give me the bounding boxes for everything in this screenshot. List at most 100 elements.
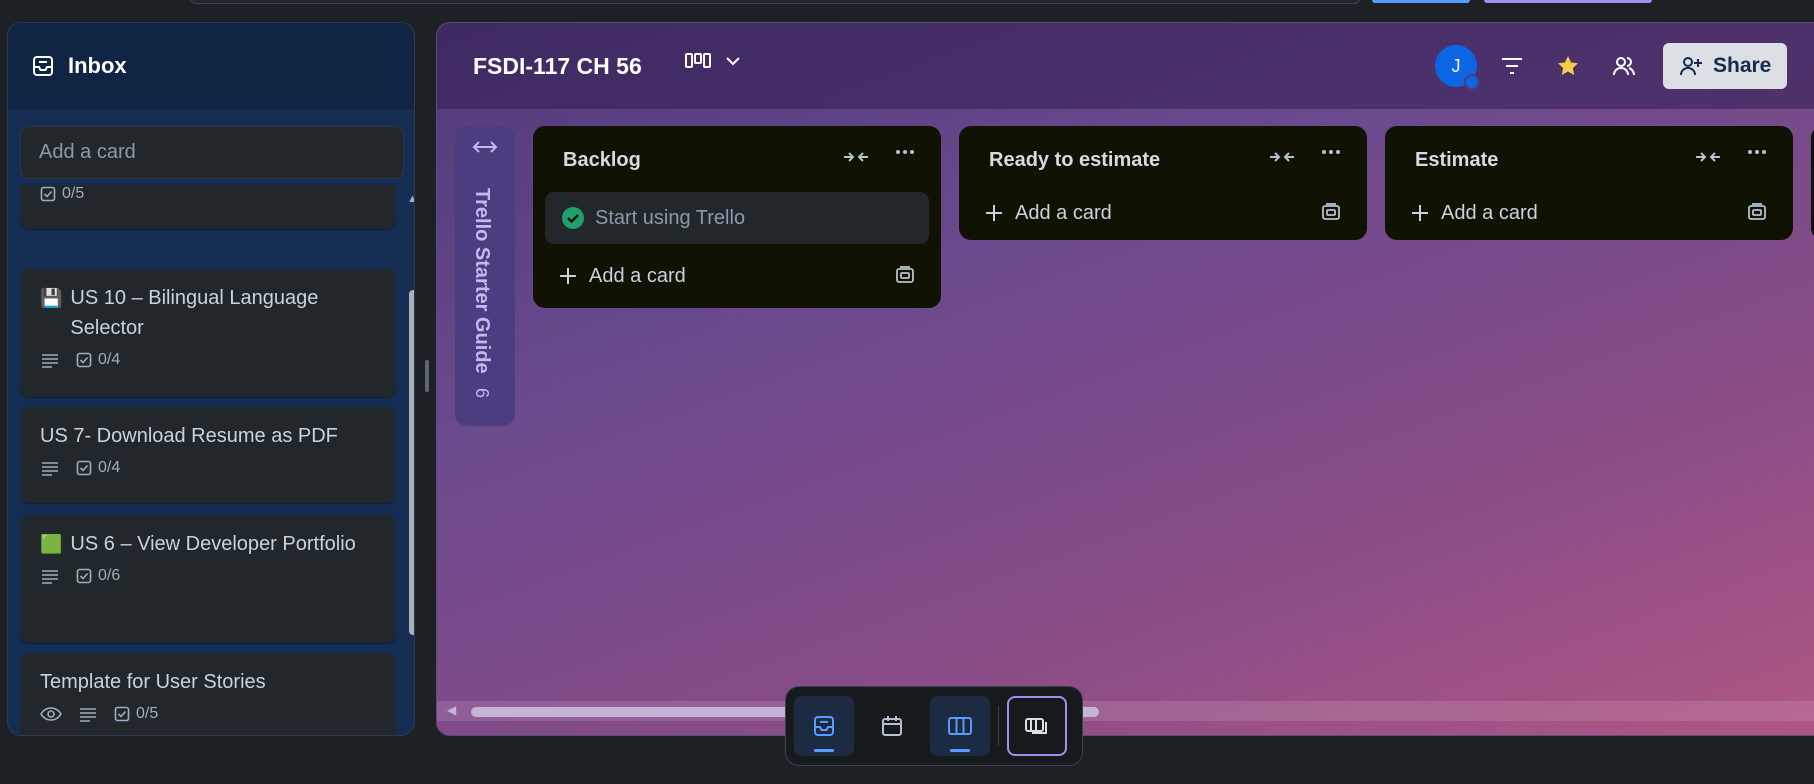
calendar-icon — [880, 714, 904, 738]
create-from-template-icon[interactable] — [895, 266, 915, 284]
card-title: US 6 – View Developer Portfolio — [70, 533, 356, 555]
collapsed-list-title: Trello Starter Guide — [471, 188, 493, 374]
board-header-actions: J Share — [1435, 43, 1788, 90]
bottom-navigation-toolbar — [785, 686, 1083, 766]
planner-toggle-button[interactable] — [862, 696, 922, 756]
card-title: Start using Trello — [595, 206, 746, 229]
eye-icon — [40, 706, 62, 722]
list-item[interactable]: Template for User Stories 0/5 — [20, 653, 396, 735]
board-header: FSDI-117 CH 56 J Share — [437, 23, 1814, 109]
list-item[interactable]: US 7- Download Resume as PDF 0/4 — [20, 407, 396, 503]
expand-list-icon[interactable] — [472, 140, 498, 154]
description-icon — [40, 460, 60, 476]
inbox-title: Inbox — [68, 53, 127, 78]
share-button[interactable]: Share — [1663, 43, 1788, 89]
inbox-scrollbar[interactable]: ▲ ▼ — [406, 193, 414, 735]
add-card-button[interactable]: Add a card — [1385, 186, 1793, 240]
list-estimate: Estimate Add a card — [1385, 126, 1793, 240]
description-icon — [78, 706, 98, 722]
checklist-count: 0/5 — [136, 705, 159, 722]
star-button[interactable] — [1547, 45, 1589, 87]
scroll-up-arrow-icon[interactable]: ▲ — [407, 193, 414, 205]
create-button[interactable] — [1372, 0, 1470, 3]
global-search-bar[interactable] — [190, 0, 1360, 4]
card-title: US 7- Download Resume as PDF — [40, 425, 338, 447]
panel-resize-handle[interactable] — [425, 360, 429, 392]
inbox-toggle-button[interactable] — [794, 696, 854, 756]
checkbox-icon — [76, 352, 92, 368]
avatar-initial: J — [1451, 55, 1461, 76]
checklist-badge: 0/4 — [76, 351, 120, 369]
collapsed-list-count: 6 — [472, 388, 492, 399]
checklist-badge: 0/5 — [114, 705, 158, 723]
admin-badge-icon — [1464, 74, 1480, 90]
description-icon — [40, 568, 60, 584]
visibility-button[interactable] — [1603, 45, 1645, 87]
checkbox-icon — [76, 568, 92, 584]
list-item[interactable]: 🟩 US 6 – View Developer Portfolio 0/6 — [20, 515, 396, 643]
card-start-using-trello[interactable]: Start using Trello — [545, 192, 929, 244]
board-toggle-button[interactable] — [930, 696, 990, 756]
create-from-template-icon[interactable] — [1321, 203, 1341, 221]
switch-boards-button[interactable] — [1007, 696, 1067, 756]
plus-icon — [559, 267, 577, 285]
collapse-list-icon[interactable] — [1269, 149, 1295, 165]
description-icon — [40, 352, 60, 368]
star-icon — [1556, 54, 1580, 78]
scroll-left-arrow-icon[interactable]: ◀ — [447, 703, 456, 717]
more-options-icon[interactable] — [895, 149, 915, 155]
checkbox-icon — [114, 706, 130, 722]
board-horizontal-scrollbar[interactable]: ◀ — [437, 701, 1814, 721]
add-person-icon — [1679, 55, 1703, 77]
checkbox-icon — [76, 460, 92, 476]
board-view-switcher[interactable] — [685, 51, 741, 71]
board-canvas: FSDI-117 CH 56 J Share Trello Starter Gu… — [436, 22, 1814, 736]
complete-check-icon[interactable] — [561, 206, 585, 230]
checklist-count: 0/4 — [98, 459, 121, 476]
checklist-count: 0/6 — [98, 567, 121, 584]
inbox-icon — [32, 55, 54, 77]
list-title[interactable]: Ready to estimate — [989, 149, 1160, 172]
board-title[interactable]: FSDI-117 CH 56 — [473, 53, 642, 80]
switch-boards-icon — [1024, 714, 1050, 738]
share-label: Share — [1713, 54, 1772, 77]
avatar[interactable]: J — [1435, 45, 1480, 90]
checklist-count: 0/5 — [62, 185, 85, 202]
list-item[interactable]: 0/5 — [20, 185, 396, 229]
plus-icon — [1411, 204, 1429, 222]
checkbox-icon — [40, 186, 56, 202]
filter-icon — [1501, 57, 1523, 75]
toolbar-divider — [998, 706, 999, 746]
upgrade-button[interactable] — [1484, 0, 1652, 3]
inbox-icon — [812, 714, 836, 738]
inbox-card-list: 0/5 💾 US 10 – Bilingual Language Selector… — [20, 185, 396, 735]
checklist-badge: 0/4 — [76, 459, 120, 477]
collapse-list-icon[interactable] — [1695, 149, 1721, 165]
filter-button[interactable] — [1491, 45, 1533, 87]
add-card-label: Add a card — [589, 264, 686, 287]
add-card-button[interactable]: Add a card — [959, 186, 1367, 240]
list-title[interactable]: Backlog — [563, 149, 641, 172]
inbox-add-card-input[interactable]: Add a card — [20, 126, 404, 179]
card-title: US 10 – Bilingual Language Selector — [70, 287, 319, 339]
add-card-button[interactable]: Add a card — [533, 244, 941, 308]
board-view-icon — [685, 51, 711, 71]
list-ready-to-estimate: Ready to estimate Add a card — [959, 126, 1367, 240]
more-options-icon[interactable] — [1321, 149, 1341, 155]
checklist-badge: 0/5 — [40, 185, 84, 203]
collapsed-list-starter-guide[interactable]: Trello Starter Guide 6 — [455, 126, 515, 426]
add-card-label: Add a card — [1015, 201, 1112, 224]
card-title: Template for User Stories — [40, 671, 266, 693]
more-options-icon[interactable] — [1747, 149, 1767, 155]
add-card-label: Add a card — [1441, 201, 1538, 224]
people-icon — [1612, 55, 1636, 77]
floppy-disk-icon: 💾 — [40, 288, 63, 308]
scrollbar-thumb[interactable] — [409, 290, 414, 635]
chevron-down-icon — [725, 56, 741, 66]
checklist-count: 0/4 — [98, 351, 121, 368]
create-from-template-icon[interactable] — [1747, 203, 1767, 221]
list-title[interactable]: Estimate — [1415, 149, 1498, 172]
inbox-panel: Inbox Add a card 0/5 💾 US 10 – Bilingual … — [7, 22, 415, 736]
collapse-list-icon[interactable] — [843, 149, 869, 165]
list-item[interactable]: 💾 US 10 – Bilingual Language Selector 0/4 — [20, 269, 396, 397]
